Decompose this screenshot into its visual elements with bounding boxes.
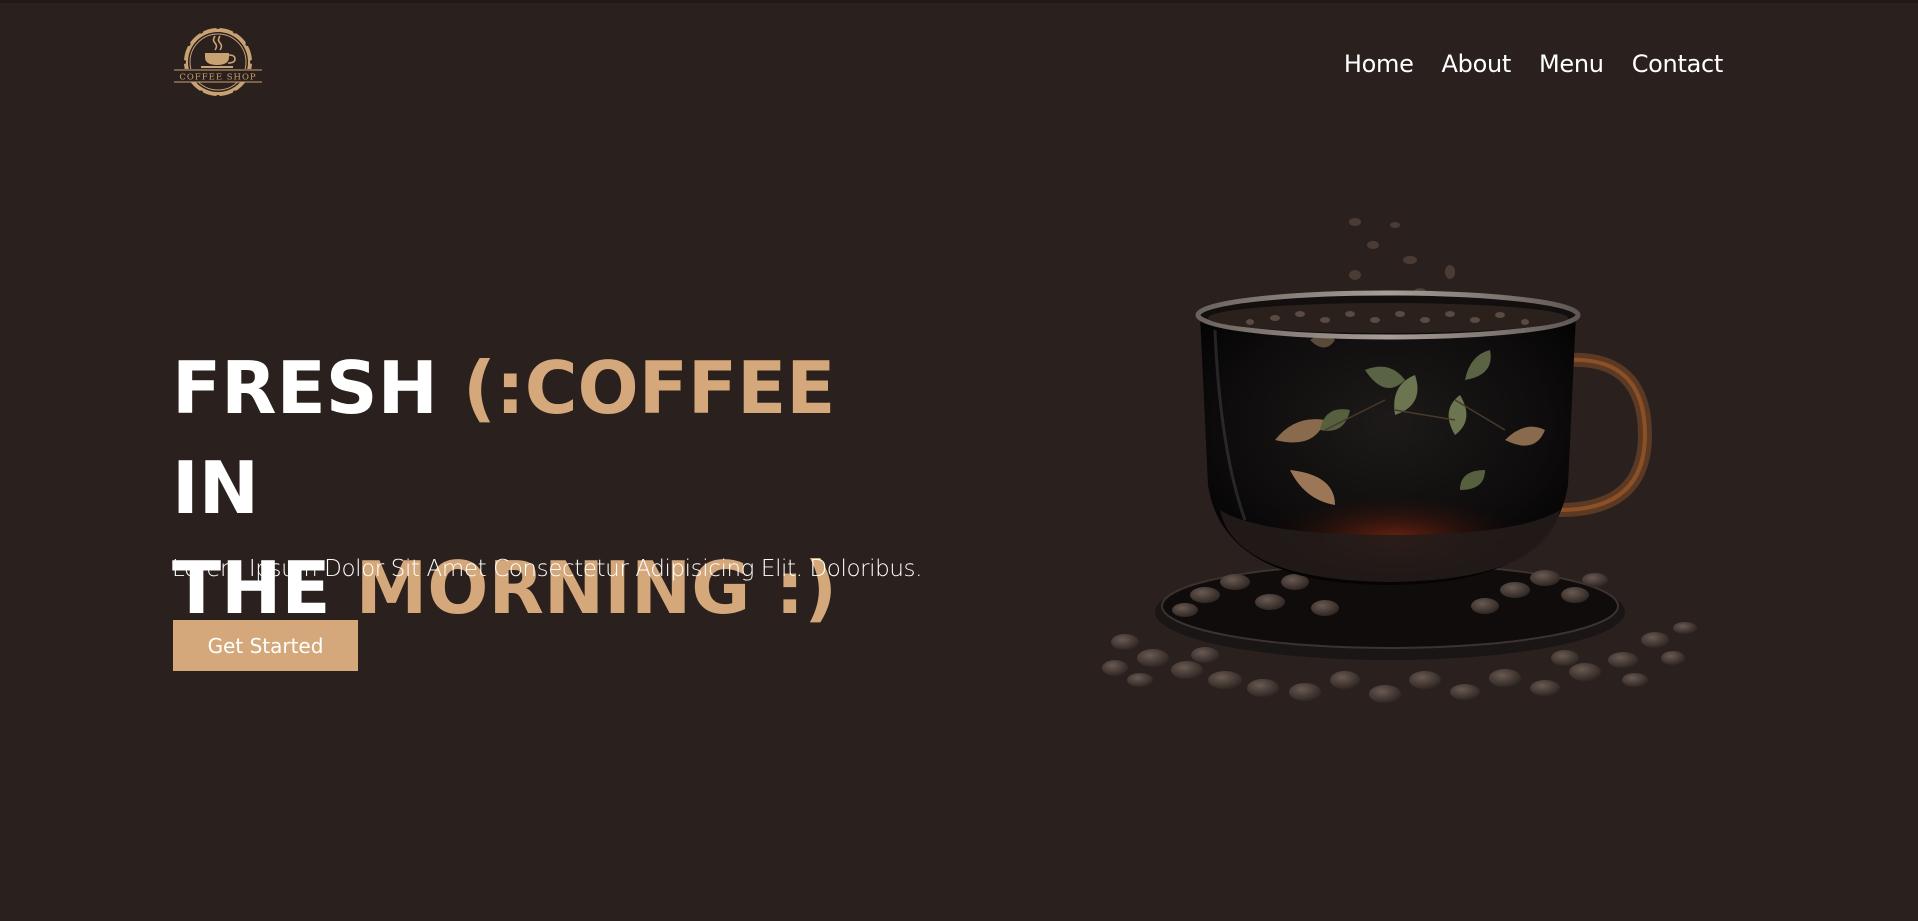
hero-title: FRESH (:COFFEE IN THE MORNING :) xyxy=(172,338,932,638)
hero-title-part2: IN xyxy=(172,446,260,530)
hero-title-accent1: (:COFFEE xyxy=(463,346,836,430)
coffee-cup-image xyxy=(1095,210,1705,720)
coffee-cup-badge-icon: COFFEE SHOP xyxy=(172,26,264,99)
svg-text:COFFEE SHOP: COFFEE SHOP xyxy=(179,73,256,83)
nav-menu[interactable]: Menu xyxy=(1539,50,1604,78)
top-border xyxy=(0,0,1918,3)
coffee-cup-with-beans-icon xyxy=(1102,218,1697,703)
main-nav: Home About Menu Contact xyxy=(1344,50,1723,78)
hero-subtitle: Lorem Ipsum Dolor Sit Amet Consectetur A… xyxy=(172,556,923,582)
hero-title-part1: FRESH xyxy=(172,346,463,430)
nav-home[interactable]: Home xyxy=(1344,50,1414,78)
landing-page: COFFEE SHOP Home About Menu Contact FRES… xyxy=(0,0,1918,921)
nav-about[interactable]: About xyxy=(1442,50,1512,78)
nav-contact[interactable]: Contact xyxy=(1632,50,1724,78)
coffee-shop-logo[interactable]: COFFEE SHOP xyxy=(172,26,264,102)
get-started-button[interactable]: Get Started xyxy=(173,620,358,671)
